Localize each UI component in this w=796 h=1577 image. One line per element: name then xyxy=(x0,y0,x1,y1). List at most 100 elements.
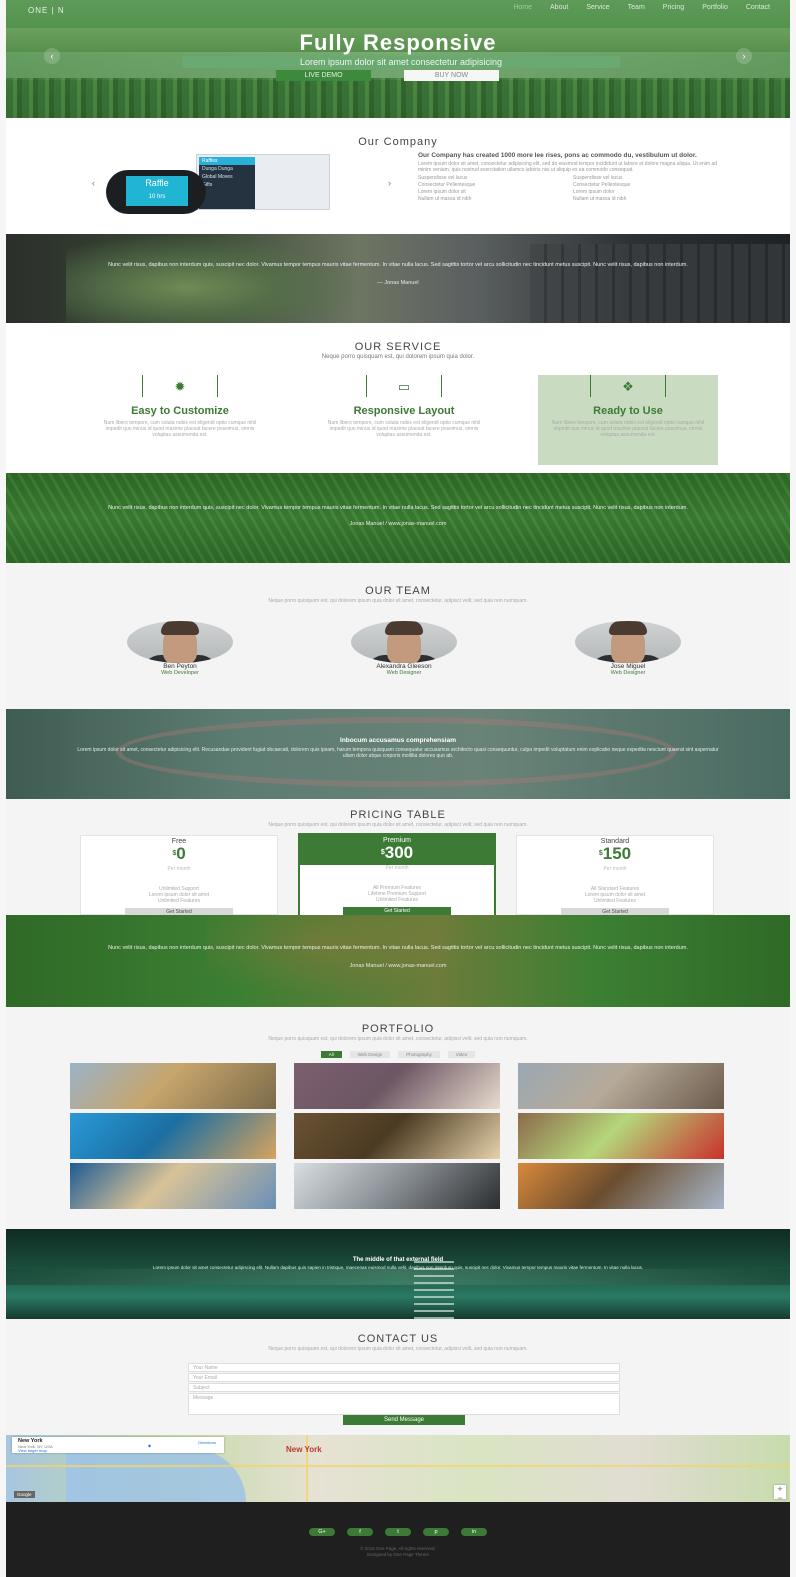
info-text: Lorem ipsum dolor sit amet, consectetur … xyxy=(77,747,719,759)
pinterest-icon[interactable]: p xyxy=(423,1528,449,1536)
zoom-out-button[interactable]: − xyxy=(774,1494,786,1503)
service-title: OUR SERVICE xyxy=(354,341,442,353)
nav-item-home[interactable]: Home xyxy=(513,4,532,11)
portfolio-thumb-dogs-running[interactable] xyxy=(70,1063,276,1109)
company-prev-arrow[interactable]: ‹ xyxy=(92,178,95,188)
nav-item-about[interactable]: About xyxy=(550,4,568,11)
name-field[interactable]: Your Name xyxy=(188,1363,620,1372)
tablet-menu: Raffles Dunga Dunga Global Moves Gifts xyxy=(199,157,255,209)
plan-cta-button[interactable]: Get Started xyxy=(343,907,451,915)
subject-field[interactable]: Subject xyxy=(188,1383,620,1392)
brand-logo[interactable]: ONE | N xyxy=(28,6,65,15)
monitor-icon: ▭ xyxy=(397,379,411,394)
nav-item-team[interactable]: Team xyxy=(628,4,645,11)
portfolio-filter-video[interactable]: Video xyxy=(447,1051,476,1058)
portfolio-thumb-countryside-house[interactable] xyxy=(518,1163,724,1209)
portfolio-thumb-truss-bridge[interactable] xyxy=(294,1113,500,1159)
company-next-arrow[interactable]: › xyxy=(388,178,391,188)
team-section: OUR TEAM Neque porro quisquam est, qui d… xyxy=(6,563,790,709)
watch-face: Raffle 10 hrs xyxy=(126,176,188,206)
plan-cta-button[interactable]: Get Started xyxy=(561,908,669,915)
service-card: ❖ Ready to Use Nam libero tempore, cum sol… xyxy=(538,375,718,465)
send-message-button[interactable]: Send Message xyxy=(343,1415,465,1425)
testimonial-section: Nunc velit risus, dapibus non interdum q… xyxy=(6,234,790,323)
portfolio-filter-all[interactable]: All xyxy=(320,1051,342,1058)
lake-text: Lorem ipsum dolor sit amet consectetur a… xyxy=(152,1265,644,1270)
avatar-hair xyxy=(161,621,199,635)
testimonial-author: — Jonas Manuel xyxy=(377,280,419,286)
team-member: Jose Miguel Web Designer xyxy=(558,621,698,676)
company-list-item: Lorem ipsum dolor sit xyxy=(418,189,466,195)
plan-features: All Premium Features Lifetime Premium Su… xyxy=(368,885,426,903)
pricing-plan: Free $0 Per month Unlimited Support Lorem i… xyxy=(80,835,278,915)
quote-text: Nunc velit risus, dapibus non interdum q… xyxy=(108,945,688,951)
hero-title: Fully Responsive xyxy=(299,30,497,55)
nav-item-portfolio[interactable]: Portfolio xyxy=(702,4,728,11)
dropbox-icon: ❖ xyxy=(622,379,634,394)
google-plus-icon[interactable]: G+ xyxy=(309,1528,335,1536)
service-title: Easy to Customize xyxy=(131,405,229,417)
portfolio-thumb-stadium-stairs[interactable] xyxy=(70,1163,276,1209)
company-list-item: Consectetur Pellentesque xyxy=(418,182,476,188)
plan-features: Unlimited Support Lorem ipsum dolor sit … xyxy=(148,886,210,904)
buy-now-button[interactable]: BUY NOW xyxy=(404,70,499,81)
tablet-menu-item: Raffles xyxy=(199,157,255,165)
hero-shore xyxy=(6,78,790,118)
member-name: Alexandra Gleeson xyxy=(376,663,432,670)
plan-period: Per month xyxy=(167,866,191,872)
portfolio-thumb-vegetables-plate[interactable] xyxy=(518,1113,724,1159)
nav-item-pricing[interactable]: Pricing xyxy=(663,4,684,11)
company-list-item: Suspendisse vel lacus xyxy=(418,175,468,181)
map-info-card: New York New York, NY, USA View larger m… xyxy=(12,1437,224,1453)
tablet-menu-item: Dunga Dunga xyxy=(202,166,233,172)
message-field[interactable]: Message xyxy=(188,1393,620,1415)
nav-item-service[interactable]: Service xyxy=(586,4,609,11)
nav-item-contact[interactable]: Contact xyxy=(746,4,770,11)
leaf-photo xyxy=(206,915,506,1007)
google-logo: Google xyxy=(14,1491,35,1498)
email-field[interactable]: Your Email xyxy=(188,1373,620,1382)
portfolio-filter-photography[interactable]: Photography xyxy=(398,1051,440,1058)
plan-price: $300 xyxy=(300,844,494,861)
gear-icon: ✹ xyxy=(174,379,186,394)
directions-link[interactable]: Directions xyxy=(198,1440,216,1445)
portfolio-thumb-railway-tracks[interactable] xyxy=(518,1063,724,1109)
service-subtitle: Neque porro quisquam est, qui dolorem ip… xyxy=(321,354,475,360)
company-heading: Our Company has created 1000 more lee ri… xyxy=(418,152,697,159)
avatar xyxy=(351,621,457,663)
plan-header: Standard $150 xyxy=(517,836,713,866)
member-role: Web Designer xyxy=(386,670,422,676)
quote-section-leaf: Nunc velit risus, dapibus non interdum q… xyxy=(6,915,790,1007)
team-member: Ben Peyton Web Developer xyxy=(110,621,250,676)
map-section[interactable]: New York New York, NY, USA View larger m… xyxy=(6,1435,790,1502)
plan-cta-button[interactable]: Get Started xyxy=(125,908,233,915)
lake-title: The middle of that external field xyxy=(352,1257,444,1263)
service-icon-frame: ❖ xyxy=(590,375,666,397)
portfolio-thumb-laptop-coffee[interactable] xyxy=(294,1063,500,1109)
live-demo-button[interactable]: LIVE DEMO xyxy=(276,70,371,81)
member-name: Ben Peyton xyxy=(163,663,197,670)
view-larger-map-link[interactable]: View larger map xyxy=(18,1448,47,1453)
plan-header: Free $0 xyxy=(81,836,277,866)
avatar-hair xyxy=(385,621,423,635)
main-nav: Home About Service Team Pricing Portfolio Cont… xyxy=(513,4,770,11)
portfolio-thumb-runner-legs[interactable] xyxy=(70,1113,276,1159)
field-texture xyxy=(6,473,790,563)
avatar xyxy=(127,621,233,663)
twitter-icon[interactable]: t xyxy=(385,1528,411,1536)
credit-text: Designed by One Page Theme xyxy=(367,1552,429,1557)
plan-amount: 300 xyxy=(384,843,414,862)
plan-period: Per month xyxy=(603,866,627,872)
pricing-title: PRICING TABLE xyxy=(350,809,446,821)
device-mockup: Raffles Dunga Dunga Global Moves Gifts Raff… xyxy=(106,154,342,216)
linkedin-icon[interactable]: in xyxy=(461,1528,487,1536)
plant-photo xyxy=(66,234,366,323)
portfolio-thumb-keyboard-closeup[interactable] xyxy=(294,1163,500,1209)
team-member: Alexandra Gleeson Web Designer xyxy=(334,621,474,676)
facebook-icon[interactable]: f xyxy=(347,1528,373,1536)
pricing-plan: Standard $150 Per month All Standard Featur… xyxy=(516,835,714,915)
directions-icon[interactable]: ◆ xyxy=(148,1443,151,1448)
service-card: ✹ Easy to Customize Nam libero tempore, cu… xyxy=(90,375,270,465)
social-links: G+ f t p in xyxy=(6,1528,790,1536)
portfolio-filter-web-design[interactable]: Web Design xyxy=(349,1051,391,1058)
